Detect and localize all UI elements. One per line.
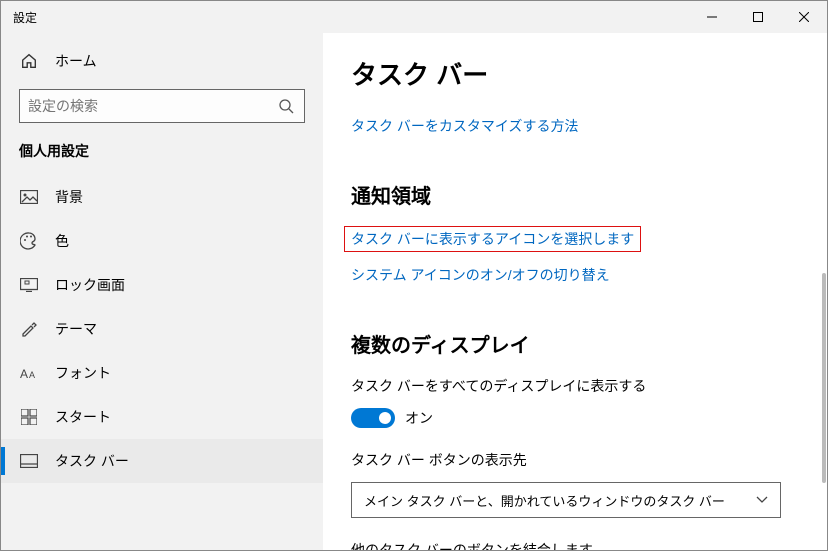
page-title: タスク バー	[351, 55, 799, 92]
sidebar-item-colors[interactable]: 色	[1, 219, 323, 263]
maximize-button[interactable]	[735, 1, 781, 33]
minimize-button[interactable]	[689, 1, 735, 33]
search-icon	[276, 98, 296, 114]
setting-button-location-label: タスク バー ボタンの表示先	[351, 450, 799, 470]
svg-text:A: A	[20, 367, 28, 380]
link-customize-taskbar[interactable]: タスク バーをカスタマイズする方法	[351, 116, 578, 136]
sidebar-item-label: 背景	[55, 187, 83, 207]
home-icon	[19, 52, 39, 70]
sidebar: ホーム 個人用設定 背景 色 ロック画面	[1, 33, 323, 550]
start-icon	[19, 409, 39, 425]
picture-icon	[19, 190, 39, 204]
toggle-state-label: オン	[405, 408, 433, 428]
chevron-down-icon	[756, 496, 768, 504]
sidebar-home-label: ホーム	[55, 51, 97, 71]
sidebar-item-label: 色	[55, 231, 69, 251]
combo-value: メイン タスク バーと、開かれているウィンドウのタスク バー	[364, 491, 725, 510]
title-bar: 設定	[1, 1, 827, 33]
toggle-all-displays[interactable]	[351, 408, 395, 428]
section-heading-notify: 通知領域	[351, 180, 799, 209]
link-select-icons[interactable]: タスク バーに表示するアイコンを選択します	[345, 227, 640, 251]
palette-icon	[19, 232, 39, 250]
sidebar-item-label: テーマ	[55, 319, 97, 339]
section-heading-multi: 複数のディスプレイ	[351, 329, 799, 358]
sidebar-item-label: スタート	[55, 407, 111, 427]
svg-text:A: A	[29, 370, 35, 380]
sidebar-category: 個人用設定	[1, 137, 323, 175]
sidebar-item-label: タスク バー	[55, 451, 129, 471]
window-title: 設定	[13, 9, 37, 26]
main-content: タスク バー タスク バーをカスタマイズする方法 通知領域 タスク バーに表示す…	[323, 33, 827, 550]
sidebar-home[interactable]: ホーム	[1, 41, 323, 81]
sidebar-item-lockscreen[interactable]: ロック画面	[1, 263, 323, 307]
setting-combine-other-label: 他のタスク バーのボタンを結合します	[351, 540, 799, 550]
sidebar-item-themes[interactable]: テーマ	[1, 307, 323, 351]
link-system-icons[interactable]: システム アイコンのオン/オフの切り替え	[351, 265, 610, 285]
combo-button-location[interactable]: メイン タスク バーと、開かれているウィンドウのタスク バー	[351, 482, 781, 518]
search-input-container[interactable]	[19, 89, 305, 123]
font-icon: AA	[19, 366, 39, 380]
theme-icon	[19, 320, 39, 338]
close-button[interactable]	[781, 1, 827, 33]
lockscreen-icon	[19, 278, 39, 292]
sidebar-item-start[interactable]: スタート	[1, 395, 323, 439]
sidebar-item-fonts[interactable]: AA フォント	[1, 351, 323, 395]
taskbar-icon	[19, 454, 39, 468]
setting-all-displays-label: タスク バーをすべてのディスプレイに表示する	[351, 376, 799, 396]
sidebar-item-taskbar[interactable]: タスク バー	[1, 439, 323, 483]
sidebar-item-label: ロック画面	[55, 275, 125, 295]
scrollbar[interactable]	[822, 273, 826, 483]
sidebar-item-label: フォント	[55, 363, 111, 383]
search-input[interactable]	[28, 98, 276, 114]
sidebar-item-background[interactable]: 背景	[1, 175, 323, 219]
